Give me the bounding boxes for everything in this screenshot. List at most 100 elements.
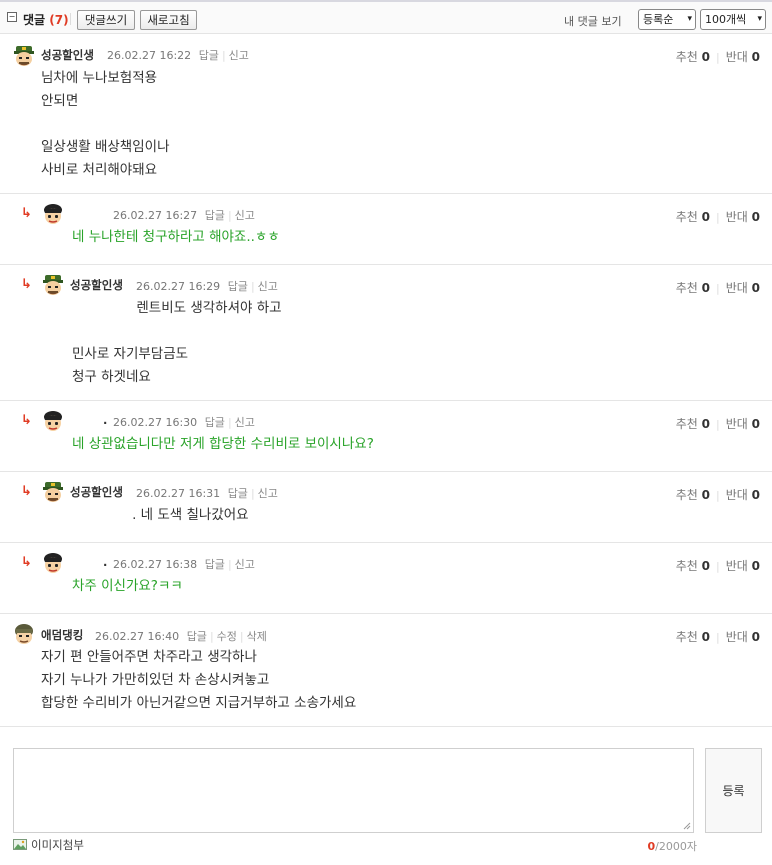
image-attach-label: 이미지첨부 bbox=[31, 838, 84, 852]
comment-author[interactable]: . bbox=[103, 413, 107, 427]
report-link[interactable]: 신고 bbox=[229, 49, 249, 62]
avatar bbox=[43, 203, 63, 225]
report-link[interactable]: 신고 bbox=[235, 558, 255, 571]
upvote-button[interactable]: 추천 0 bbox=[676, 50, 710, 64]
comment-body: 님차에 누나보험적용 안되면 일상생활 배상책임이나 사비로 처리해야돼요 bbox=[41, 70, 170, 178]
comment-meta: 26.02.27 16:31 답글 | 신고 bbox=[136, 487, 278, 500]
reply-item: ↳ 26.02.27 16:27 답글 | 신고 추천 0 | 반대 0 네 누나한테 … bbox=[0, 194, 772, 265]
chevron-down-icon: ▾ bbox=[757, 14, 762, 24]
report-link[interactable]: 신고 bbox=[258, 487, 278, 500]
reply-arrow-icon: ↳ bbox=[21, 206, 32, 221]
reply-arrow-icon: ↳ bbox=[21, 413, 32, 428]
reply-link[interactable]: 답글 bbox=[205, 209, 225, 222]
reply-link[interactable]: 답글 bbox=[205, 558, 225, 571]
image-icon bbox=[13, 839, 27, 850]
comment-body: 네 누나한테 청구하라고 해야죠..ㅎㅎ bbox=[72, 229, 280, 245]
image-attach-button[interactable]: 이미지첨부 bbox=[13, 837, 84, 853]
comments-title-label: 댓글 bbox=[23, 13, 46, 27]
comment-author[interactable]: . bbox=[103, 555, 107, 569]
collapse-toggle-icon[interactable]: − bbox=[7, 12, 17, 22]
comment-meta: 26.02.27 16:38 답글 | 신고 bbox=[113, 558, 255, 571]
downvote-button[interactable]: 반대 0 bbox=[726, 281, 760, 295]
report-link[interactable]: 신고 bbox=[258, 280, 278, 293]
comment-author[interactable]: 성공할인생 bbox=[41, 47, 94, 63]
page-size-select-value: 100개씩 bbox=[705, 13, 747, 26]
my-comments-link[interactable]: 내 댓글 보기 bbox=[564, 13, 622, 29]
comments-title: 댓글 (7) bbox=[23, 11, 69, 28]
upvote-count: 0 bbox=[701, 50, 710, 64]
comment-date: 26.02.27 16:27 bbox=[113, 209, 198, 222]
downvote-count: 0 bbox=[751, 630, 760, 644]
upvote-count: 0 bbox=[701, 417, 710, 431]
report-link[interactable]: 신고 bbox=[235, 416, 255, 429]
reply-item: ↳ . 26.02.27 16:30 답글 | 신고 추천 0 | 반대 0 네 상관없… bbox=[0, 401, 772, 472]
downvote-button[interactable]: 반대 0 bbox=[726, 50, 760, 64]
upvote-button[interactable]: 추천 0 bbox=[676, 281, 710, 295]
upvote-button[interactable]: 추천 0 bbox=[676, 488, 710, 502]
upvote-button[interactable]: 추천 0 bbox=[676, 210, 710, 224]
comment-author[interactable]: 애덤댕킹 bbox=[41, 627, 83, 643]
reply-link[interactable]: 답글 bbox=[187, 630, 207, 643]
sort-select[interactable]: 등록순 ▾ bbox=[638, 9, 696, 30]
upvote-count: 0 bbox=[701, 488, 710, 502]
sort-select-value: 등록순 bbox=[643, 13, 674, 26]
vote-box: 추천 0 | 반대 0 bbox=[675, 50, 760, 64]
char-limit: /2000자 bbox=[655, 840, 697, 853]
resize-handle-icon[interactable] bbox=[683, 822, 691, 830]
refresh-button[interactable]: 새로고침 bbox=[140, 10, 197, 30]
upvote-button[interactable]: 추천 0 bbox=[676, 417, 710, 431]
comment-body: 렌트비도 생각하셔야 하고 민사로 자기부담금도 청구 하겟네요 bbox=[72, 300, 282, 385]
vote-box: 추천 0 | 반대 0 bbox=[675, 630, 760, 644]
reply-arrow-icon: ↳ bbox=[21, 484, 32, 499]
reply-link[interactable]: 답글 bbox=[199, 49, 219, 62]
divider bbox=[70, 13, 71, 25]
downvote-button[interactable]: 반대 0 bbox=[726, 488, 760, 502]
vote-box: 추천 0 | 반대 0 bbox=[675, 559, 760, 573]
avatar bbox=[42, 274, 64, 296]
upvote-button[interactable]: 추천 0 bbox=[676, 559, 710, 573]
reply-link[interactable]: 답글 bbox=[228, 487, 248, 500]
comment-date: 26.02.27 16:40 bbox=[95, 630, 180, 643]
comment-body: 네 상관없습니다만 저게 합당한 수리비로 보이시나요? bbox=[72, 436, 374, 452]
comment-author[interactable]: 성공할인생 bbox=[70, 277, 123, 293]
reply-item: ↳ 성공할인생 26.02.27 16:31 답글 | 신고 추천 0 | 반대 0 .… bbox=[0, 472, 772, 543]
avatar bbox=[13, 45, 35, 67]
comment-item: 애덤댕킹 26.02.27 16:40 답글 | 수정 | 삭제 추천 0 | 반대 0 자… bbox=[0, 614, 772, 727]
downvote-button[interactable]: 반대 0 bbox=[726, 630, 760, 644]
upvote-button[interactable]: 추천 0 bbox=[676, 630, 710, 644]
comment-body: 자기 편 안들어주면 차주라고 생각하나 자기 누나가 가만히있던 차 손상시켜… bbox=[41, 649, 357, 711]
downvote-button[interactable]: 반대 0 bbox=[726, 559, 760, 573]
write-comment-button[interactable]: 댓글쓰기 bbox=[77, 10, 135, 30]
submit-button[interactable]: 등록 bbox=[705, 748, 762, 833]
comment-date: 26.02.27 16:38 bbox=[113, 558, 198, 571]
report-link[interactable]: 신고 bbox=[235, 209, 255, 222]
downvote-count: 0 bbox=[751, 417, 760, 431]
comments-count: (7) bbox=[49, 13, 69, 27]
comment-body: 차주 이신가요?ㅋㅋ bbox=[72, 578, 183, 594]
comment-toolbar: − 댓글 (7) 댓글쓰기 새로고침 내 댓글 보기 등록순 ▾ 100개씩 ▾ bbox=[0, 0, 772, 34]
downvote-count: 0 bbox=[751, 281, 760, 295]
upvote-count: 0 bbox=[701, 210, 710, 224]
reply-item: ↳ 성공할인생 26.02.27 16:29 답글 | 신고 추천 0 | 반대 0 렌… bbox=[0, 265, 772, 401]
comment-textarea[interactable] bbox=[13, 748, 694, 833]
downvote-button[interactable]: 반대 0 bbox=[726, 210, 760, 224]
delete-link[interactable]: 삭제 bbox=[247, 630, 267, 643]
comment-meta: 26.02.27 16:40 답글 | 수정 | 삭제 bbox=[95, 630, 267, 643]
vote-box: 추천 0 | 반대 0 bbox=[675, 210, 760, 224]
upvote-count: 0 bbox=[701, 281, 710, 295]
comment-date: 26.02.27 16:22 bbox=[107, 49, 192, 62]
downvote-count: 0 bbox=[751, 210, 760, 224]
edit-link[interactable]: 수정 bbox=[217, 630, 237, 643]
comment-meta: 26.02.27 16:27 답글 | 신고 bbox=[113, 209, 255, 222]
reply-link[interactable]: 답글 bbox=[205, 416, 225, 429]
reply-link[interactable]: 답글 bbox=[228, 280, 248, 293]
downvote-button[interactable]: 반대 0 bbox=[726, 417, 760, 431]
chevron-down-icon: ▾ bbox=[687, 14, 692, 24]
char-counter: 0/2000자 bbox=[648, 838, 697, 854]
comment-author[interactable]: 성공할인생 bbox=[70, 484, 123, 500]
upvote-count: 0 bbox=[701, 630, 710, 644]
vote-box: 추천 0 | 반대 0 bbox=[675, 417, 760, 431]
avatar bbox=[14, 623, 34, 645]
page-size-select[interactable]: 100개씩 ▾ bbox=[700, 9, 766, 30]
comment-meta: 26.02.27 16:22 답글 | 신고 bbox=[107, 49, 249, 62]
